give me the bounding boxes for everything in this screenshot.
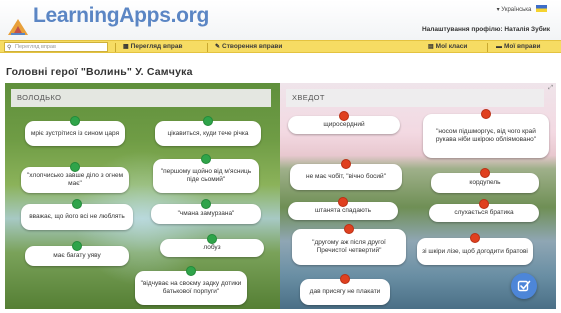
card[interactable]: "хлопчисько завше діло з огнем має": [21, 162, 129, 193]
card[interactable]: не має чобіт, "вічно босий": [290, 159, 402, 190]
pin-icon: [480, 168, 490, 178]
language-label: Українська: [501, 7, 532, 13]
profile-link[interactable]: Налаштування профілю: Наталія Зубик: [422, 26, 550, 33]
pin-icon: [207, 234, 217, 244]
top-header: LearningApps.org ▾ Українська Налаштуван…: [0, 0, 561, 40]
card[interactable]: мріє зустрітися із сином царя: [25, 116, 125, 146]
card-text: вважає, що його всі не люблять: [29, 213, 125, 220]
search-placeholder: Перегляд вправ: [15, 44, 56, 50]
group-heading: ВОЛОДЬКО: [11, 89, 271, 107]
card-text: зі шкіри лізе, щоб догодити братові: [422, 247, 528, 255]
pin-icon: [340, 274, 350, 284]
folder-icon: ▬: [496, 44, 502, 50]
card[interactable]: лобуз: [160, 234, 264, 257]
nav-browse-label: Перегляд вправ: [130, 43, 183, 50]
check-button[interactable]: [511, 273, 537, 299]
pin-icon: [481, 109, 491, 119]
logo-text[interactable]: LearningApps.org: [33, 4, 209, 28]
card[interactable]: цікавиться, куди тече річка: [155, 116, 261, 146]
logo-icon: [8, 19, 28, 35]
nav-classes[interactable]: ▤ Мої класи: [428, 43, 467, 50]
card[interactable]: слухається братика: [429, 199, 539, 222]
nav-browse[interactable]: ▦ Перегляд вправ: [123, 43, 182, 50]
card-text: "другому аж після другої Пречистої четве…: [312, 239, 386, 254]
pin-icon: [338, 197, 348, 207]
learningapps-window: LearningApps.org ▾ Українська Налаштуван…: [0, 0, 561, 313]
card[interactable]: "чмана замурзана": [151, 199, 261, 224]
pin-icon: [186, 266, 196, 276]
card-text: "носом підшморгує, від чого край рукава …: [435, 128, 537, 143]
card-text: штанята спадають: [314, 207, 372, 214]
pin-icon: [70, 116, 80, 126]
chevron-down-icon: ▾: [496, 7, 500, 13]
pin-icon: [201, 199, 211, 209]
nav-classes-label: Мої класи: [435, 43, 468, 50]
nav-create-label: Створення вправи: [222, 43, 283, 50]
pin-icon: [203, 116, 213, 126]
card[interactable]: зі шкіри лізе, щоб догодити братові: [417, 233, 533, 265]
nav-my-apps-label: Мої вправи: [504, 43, 541, 50]
card-text: кордупель: [469, 179, 501, 186]
nav-bar: ⚲ Перегляд вправ ▦ Перегляд вправ ✎ Створе…: [0, 40, 561, 53]
pin-icon: [339, 111, 349, 121]
card[interactable]: "носом підшморгує, від чого край рукава …: [423, 109, 549, 158]
card[interactable]: щиросердний: [288, 111, 400, 134]
card[interactable]: "другому аж після другої Пречистої четве…: [292, 224, 406, 265]
pin-icon: [479, 199, 489, 209]
nav-create[interactable]: ✎ Створення вправи: [215, 43, 282, 50]
check-icon: [517, 280, 531, 292]
pin-icon: [70, 162, 80, 172]
card-text: мріє зустрітися із сином царя: [30, 129, 120, 137]
resize-icon[interactable]: ⤢: [548, 85, 553, 92]
nav-divider: [487, 43, 488, 52]
pin-icon: [341, 159, 351, 169]
pin-icon: [344, 224, 354, 234]
card-text: "чмана замурзана": [177, 210, 235, 217]
card[interactable]: кордупель: [431, 168, 539, 193]
card[interactable]: вважає, що його всі не люблять: [21, 199, 133, 230]
grid-icon: ▦: [123, 44, 129, 50]
pin-icon: [470, 233, 480, 243]
flag-icon: [536, 5, 547, 12]
nav-divider: [207, 43, 208, 52]
card-text: цікавиться, куди тече річка: [167, 129, 249, 137]
group-khvedot[interactable]: ХВЕДОТ ⤢ щиросердний "носом підшморгує, …: [280, 83, 556, 309]
group-heading: ХВЕДОТ: [286, 89, 544, 107]
card-text: не має чобіт, "вічно босий": [305, 173, 386, 180]
card-text: "першому щойно від м'ясниць піде сьомий": [160, 168, 252, 183]
card[interactable]: дав присягу не плакати: [300, 274, 390, 305]
search-icon: ⚲: [7, 45, 12, 51]
card-text: щиросердний: [323, 121, 365, 128]
card[interactable]: "відчуває на своєму задку дотики батьков…: [135, 266, 247, 305]
card-text: лобуз: [203, 244, 221, 251]
pin-icon: [201, 154, 211, 164]
card[interactable]: має багату уяву: [25, 241, 129, 266]
page-title: Головні герої "Волинь" У. Самчука: [6, 66, 193, 78]
pin-icon: [72, 241, 82, 251]
group-volodko[interactable]: ВОЛОДЬКО мріє зустрітися із сином царя ц…: [5, 83, 280, 309]
pin-icon: [72, 199, 82, 209]
card-text: слухається братика: [454, 209, 514, 216]
nav-divider: [115, 43, 116, 52]
language-selector[interactable]: ▾ Українська: [497, 5, 547, 13]
card[interactable]: штанята спадають: [288, 197, 398, 220]
nav-my-apps[interactable]: ▬ Мої вправи: [496, 43, 541, 50]
search-input[interactable]: ⚲ Перегляд вправ: [4, 42, 108, 52]
pencil-icon: ✎: [215, 44, 221, 50]
classes-icon: ▤: [428, 44, 434, 50]
card[interactable]: "першому щойно від м'ясниць піде сьомий": [153, 154, 259, 193]
card-text: "відчуває на своєму задку дотики батьков…: [140, 280, 242, 295]
card-text: "хлопчисько завше діло з огнем має": [26, 172, 124, 187]
card-text: дав присягу не плакати: [309, 288, 381, 295]
card-text: має багату уяву: [53, 252, 101, 259]
